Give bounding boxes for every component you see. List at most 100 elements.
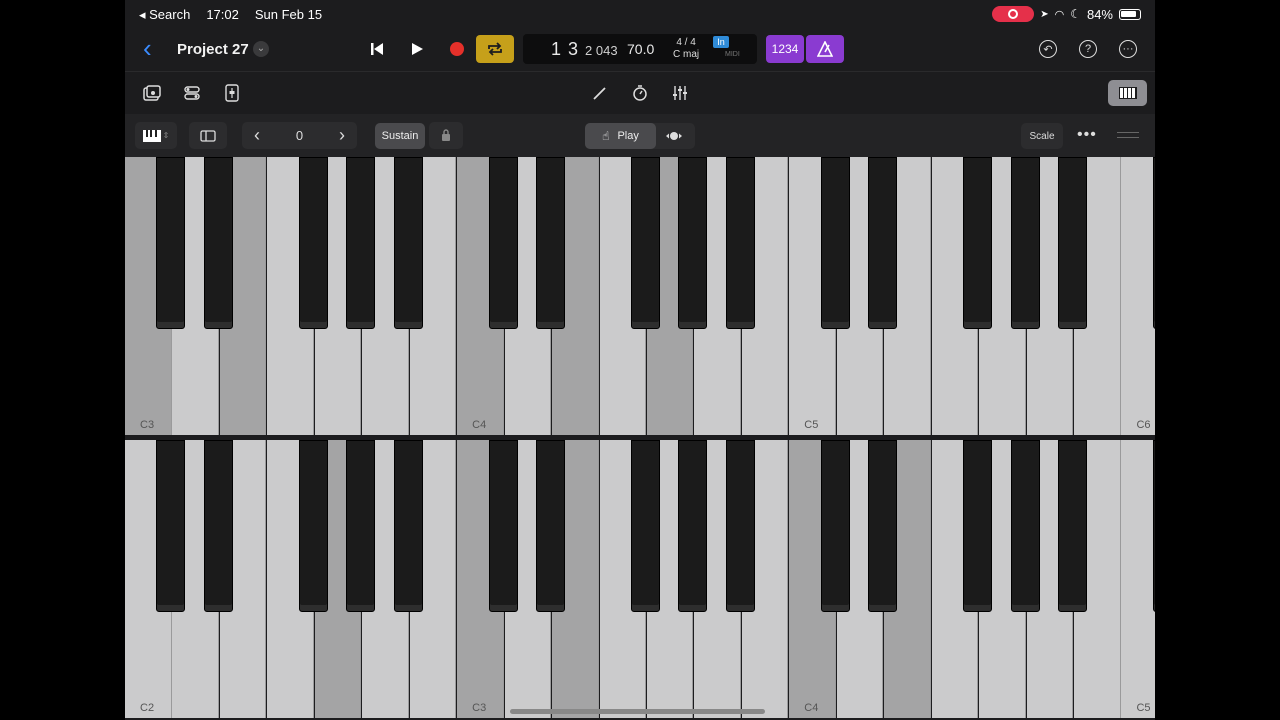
black-key[interactable] <box>1058 157 1087 329</box>
black-key[interactable] <box>203 440 233 612</box>
drag-handle-icon[interactable] <box>1117 132 1139 138</box>
octave-down-chevron-icon[interactable]: ‹ <box>254 125 260 146</box>
octave-label: C2 <box>140 702 155 714</box>
browser-icon <box>143 85 161 101</box>
battery-percent: 84% <box>1086 6 1113 22</box>
black-key[interactable] <box>488 157 518 329</box>
keyboard-lower[interactable]: C2 C3 C4 C5 <box>125 440 1155 720</box>
control-bar: ‹ Project 27 ⌄ 1 32 043 70.0 4 / 4 C maj… <box>125 28 1155 72</box>
count-in-button[interactable]: 1234 <box>766 35 804 63</box>
black-key[interactable] <box>298 157 328 329</box>
black-key[interactable] <box>1010 440 1040 612</box>
octave-control: ‹ 0 › <box>242 122 357 149</box>
black-key[interactable] <box>1152 440 1155 612</box>
keyboard-layout-picker[interactable]: ⇕ <box>135 122 177 149</box>
inspector-button[interactable] <box>183 84 201 102</box>
white-key[interactable]: C5 <box>1121 440 1155 718</box>
play-button[interactable] <box>398 34 436 64</box>
lcd-time-signature: 4 / 4 <box>676 37 696 48</box>
black-key[interactable] <box>963 157 993 329</box>
browser-button[interactable] <box>143 84 161 102</box>
octave-label: C4 <box>804 702 819 714</box>
black-key[interactable] <box>488 440 518 612</box>
octave-up-chevron-icon[interactable]: › <box>339 125 345 146</box>
lcd-position: 1 3 2 043 <box>551 39 618 60</box>
undo-icon: ↶ <box>1043 43 1053 56</box>
project-title[interactable]: Project 27 <box>177 41 249 58</box>
black-key[interactable] <box>346 440 376 612</box>
black-key[interactable] <box>678 440 708 612</box>
black-key[interactable] <box>868 440 898 612</box>
mixer-strip-button[interactable] <box>223 84 241 102</box>
sidebar-toggle-button[interactable] <box>189 122 227 149</box>
sustain-button[interactable]: Sustain <box>375 123 425 149</box>
black-key[interactable] <box>203 157 233 329</box>
black-key[interactable] <box>820 440 850 612</box>
black-key[interactable] <box>868 157 898 329</box>
wifi-icon: ◠ <box>1054 8 1065 21</box>
quick-sampler-button[interactable] <box>631 84 649 102</box>
black-key[interactable] <box>156 157 186 329</box>
black-key[interactable] <box>536 157 566 329</box>
black-key[interactable] <box>156 440 186 612</box>
help-button[interactable]: ? <box>1079 40 1097 58</box>
octave-label: C3 <box>472 702 487 714</box>
black-key[interactable] <box>1058 440 1087 612</box>
glide-icon <box>666 132 682 140</box>
white-key[interactable]: C6 <box>1121 157 1155 435</box>
black-key[interactable] <box>346 157 376 329</box>
glissando-mode-button[interactable] <box>665 129 683 148</box>
black-key[interactable] <box>963 440 993 612</box>
scale-button[interactable]: Scale <box>1021 123 1063 149</box>
pencil-tool-button[interactable] <box>591 84 609 102</box>
midi-in-badge: In <box>713 36 729 48</box>
record-button[interactable] <box>438 34 476 64</box>
timer-icon <box>633 85 647 101</box>
black-key[interactable] <box>725 157 755 329</box>
record-dot-icon <box>1008 9 1019 19</box>
play-icon <box>412 43 423 55</box>
more-options-button[interactable]: ··· <box>1119 40 1137 58</box>
count-in-label: 1234 <box>771 42 799 56</box>
tools-bar <box>125 72 1155 114</box>
lcd-display[interactable]: 1 3 2 043 70.0 4 / 4 C maj In MIDI <box>523 34 757 64</box>
skip-back-icon <box>371 43 383 55</box>
black-key[interactable] <box>1152 157 1155 329</box>
sustain-lock-button[interactable] <box>429 122 463 149</box>
status-date: Sun Feb 15 <box>254 7 323 22</box>
black-key[interactable] <box>630 157 660 329</box>
black-key[interactable] <box>1010 157 1040 329</box>
screen-recording-indicator <box>992 6 1035 22</box>
octave-label: C3 <box>140 419 155 431</box>
metronome-icon <box>817 41 833 57</box>
toggles-icon <box>184 86 200 100</box>
keyboard-upper[interactable]: C3 C4 C5 C6 <box>125 157 1155 437</box>
status-time: 17:02 <box>206 7 239 22</box>
lcd-ticks: 2 043 <box>585 42 618 58</box>
play-mode-group: ☝ Play <box>585 123 695 149</box>
black-key[interactable] <box>678 157 708 329</box>
location-icon: ➤ <box>1040 8 1049 20</box>
metronome-button[interactable] <box>806 35 844 63</box>
help-icon: ? <box>1084 43 1092 55</box>
black-key[interactable] <box>393 157 423 329</box>
go-to-beginning-button[interactable] <box>358 34 396 64</box>
midi-label: MIDI <box>725 51 740 58</box>
keyboard-view-toggle[interactable] <box>1108 80 1147 106</box>
play-mode-button[interactable]: ☝ Play <box>585 123 656 149</box>
black-key[interactable] <box>393 440 423 612</box>
keyboard-more-icon[interactable]: ••• <box>1077 126 1097 144</box>
octave-value: 0 <box>295 128 304 143</box>
back-chevron-icon[interactable]: ‹ <box>143 35 157 61</box>
cycle-button[interactable] <box>476 35 514 63</box>
black-key[interactable] <box>536 440 566 612</box>
mixer-button[interactable] <box>671 84 689 102</box>
black-key[interactable] <box>820 157 850 329</box>
black-key[interactable] <box>298 440 328 612</box>
project-menu-chevron-icon[interactable]: ⌄ <box>253 41 269 57</box>
lcd-bar-beat: 1 3 <box>551 38 580 59</box>
black-key[interactable] <box>630 440 660 612</box>
back-to-search-link[interactable]: ◂ Search <box>139 7 190 23</box>
black-key[interactable] <box>725 440 755 612</box>
undo-button[interactable]: ↶ <box>1039 40 1057 58</box>
